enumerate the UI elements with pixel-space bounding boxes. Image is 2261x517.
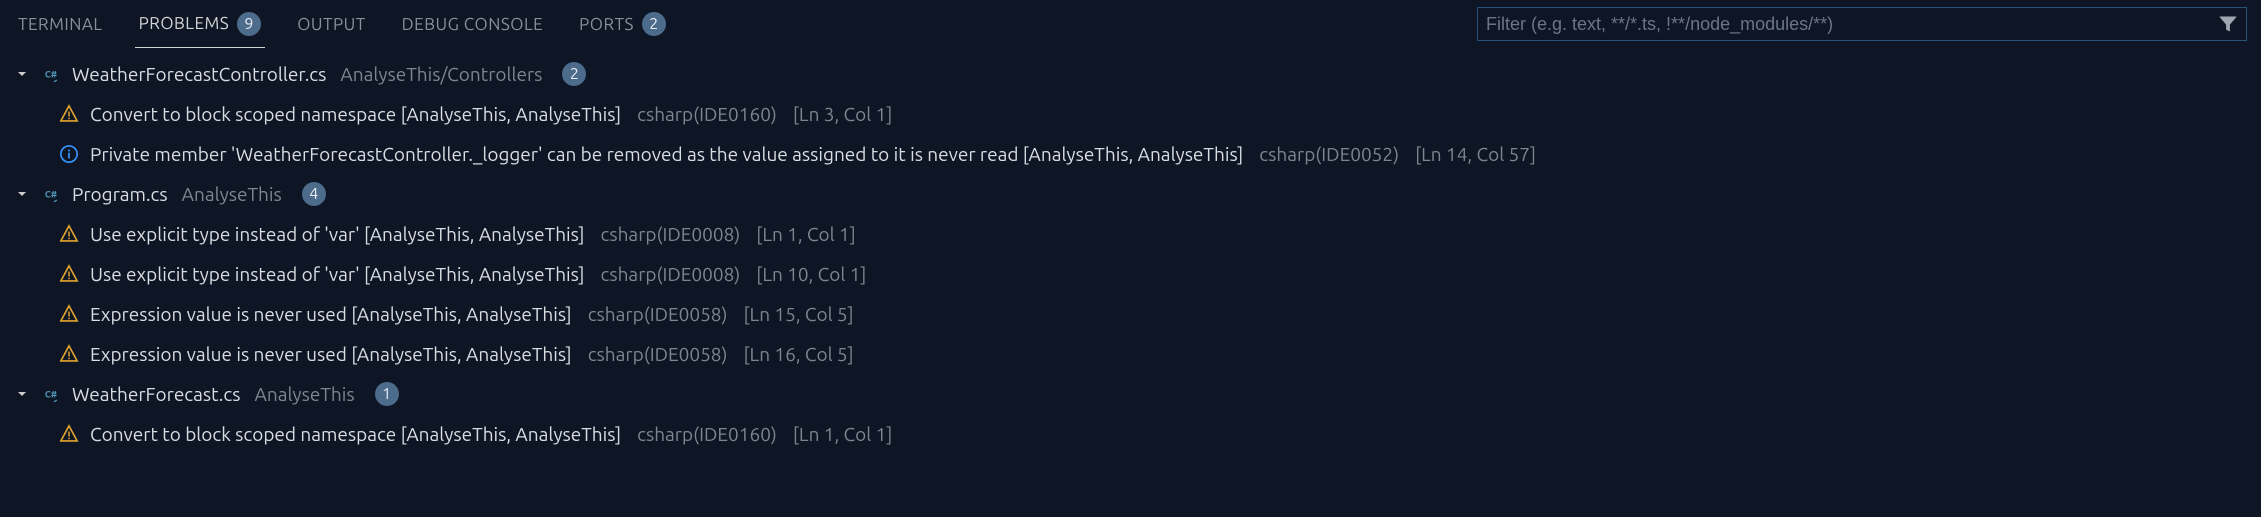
warning-icon bbox=[58, 103, 80, 125]
filter-input[interactable] bbox=[1486, 14, 2210, 35]
problem-location: [Ln 10, Col 1] bbox=[756, 263, 866, 285]
problems-list: C# WeatherForecastController.cs AnalyseThi… bbox=[0, 48, 2261, 454]
warning-icon bbox=[58, 423, 80, 445]
file-row[interactable]: C# WeatherForecastController.cs AnalyseThi… bbox=[0, 54, 2261, 94]
problem-message: Expression value is never used [AnalyseT… bbox=[90, 343, 572, 365]
file-path: AnalyseThis bbox=[255, 383, 355, 405]
warning-icon bbox=[58, 263, 80, 285]
problem-code: csharp(IDE0160) bbox=[637, 423, 777, 445]
problem-location: [Ln 16, Col 5] bbox=[744, 343, 854, 365]
filter-container bbox=[1477, 7, 2247, 41]
csharp-file-icon: C# bbox=[40, 183, 62, 205]
tab-label: PROBLEMS bbox=[139, 14, 230, 33]
warning-icon bbox=[58, 303, 80, 325]
problem-row[interactable]: Use explicit type instead of 'var' [Anal… bbox=[0, 214, 2261, 254]
csharp-file-icon: C# bbox=[40, 383, 62, 405]
file-row[interactable]: C# WeatherForecast.cs AnalyseThis 1 bbox=[0, 374, 2261, 414]
problem-row[interactable]: Expression value is never used [AnalyseT… bbox=[0, 334, 2261, 374]
problem-code: csharp(IDE0058) bbox=[588, 343, 728, 365]
file-name: Program.cs bbox=[72, 183, 168, 205]
problem-location: [Ln 15, Col 5] bbox=[744, 303, 854, 325]
filter-icon[interactable] bbox=[2218, 14, 2238, 34]
problem-location: [Ln 14, Col 57] bbox=[1415, 143, 1536, 165]
problem-message: Private member 'WeatherForecastControlle… bbox=[90, 143, 1243, 165]
file-problem-count: 1 bbox=[375, 382, 399, 406]
info-icon bbox=[58, 143, 80, 165]
problem-location: [Ln 1, Col 1] bbox=[793, 423, 892, 445]
tab-label: TERMINAL bbox=[18, 15, 103, 34]
tab-label: DEBUG CONSOLE bbox=[402, 15, 543, 34]
file-problem-count: 2 bbox=[562, 62, 586, 86]
problem-code: csharp(IDE0008) bbox=[601, 263, 741, 285]
tab-terminal[interactable]: TERMINAL bbox=[14, 0, 107, 48]
file-path: AnalyseThis/Controllers bbox=[340, 63, 542, 85]
file-name: WeatherForecast.cs bbox=[72, 383, 241, 405]
problem-message: Expression value is never used [AnalyseT… bbox=[90, 303, 572, 325]
csharp-file-icon: C# bbox=[40, 63, 62, 85]
problem-message: Use explicit type instead of 'var' [Anal… bbox=[90, 223, 585, 245]
tab-debug-console[interactable]: DEBUG CONSOLE bbox=[398, 0, 547, 48]
tab-badge: 2 bbox=[642, 12, 666, 36]
tab-problems[interactable]: PROBLEMS 9 bbox=[135, 0, 266, 48]
problem-message: Use explicit type instead of 'var' [Anal… bbox=[90, 263, 585, 285]
tab-label: PORTS bbox=[579, 15, 634, 34]
problem-code: csharp(IDE0058) bbox=[588, 303, 728, 325]
chevron-down-icon bbox=[14, 66, 30, 82]
problem-message: Convert to block scoped namespace [Analy… bbox=[90, 103, 621, 125]
panel-tabs: TERMINAL PROBLEMS 9 OUTPUT DEBUG CONSOLE… bbox=[0, 0, 2261, 48]
tab-label: OUTPUT bbox=[297, 15, 365, 34]
problem-location: [Ln 1, Col 1] bbox=[756, 223, 855, 245]
tab-output[interactable]: OUTPUT bbox=[293, 0, 369, 48]
file-name: WeatherForecastController.cs bbox=[72, 63, 326, 85]
svg-text:C#: C# bbox=[45, 188, 57, 199]
file-path: AnalyseThis bbox=[182, 183, 282, 205]
tab-ports[interactable]: PORTS 2 bbox=[575, 0, 670, 48]
problem-code: csharp(IDE0052) bbox=[1259, 143, 1399, 165]
problem-row[interactable]: Private member 'WeatherForecastControlle… bbox=[0, 134, 2261, 174]
problem-row[interactable]: Convert to block scoped namespace [Analy… bbox=[0, 94, 2261, 134]
problem-location: [Ln 3, Col 1] bbox=[793, 103, 892, 125]
problem-code: csharp(IDE0008) bbox=[601, 223, 741, 245]
svg-text:C#: C# bbox=[45, 388, 57, 399]
svg-text:C#: C# bbox=[45, 68, 57, 79]
warning-icon bbox=[58, 343, 80, 365]
problem-row[interactable]: Convert to block scoped namespace [Analy… bbox=[0, 414, 2261, 454]
chevron-down-icon bbox=[14, 186, 30, 202]
warning-icon bbox=[58, 223, 80, 245]
problem-message: Convert to block scoped namespace [Analy… bbox=[90, 423, 621, 445]
chevron-down-icon bbox=[14, 386, 30, 402]
problem-row[interactable]: Expression value is never used [AnalyseT… bbox=[0, 294, 2261, 334]
problem-code: csharp(IDE0160) bbox=[637, 103, 777, 125]
problem-row[interactable]: Use explicit type instead of 'var' [Anal… bbox=[0, 254, 2261, 294]
file-row[interactable]: C# Program.cs AnalyseThis 4 bbox=[0, 174, 2261, 214]
tab-badge: 9 bbox=[237, 12, 261, 36]
file-problem-count: 4 bbox=[302, 182, 326, 206]
